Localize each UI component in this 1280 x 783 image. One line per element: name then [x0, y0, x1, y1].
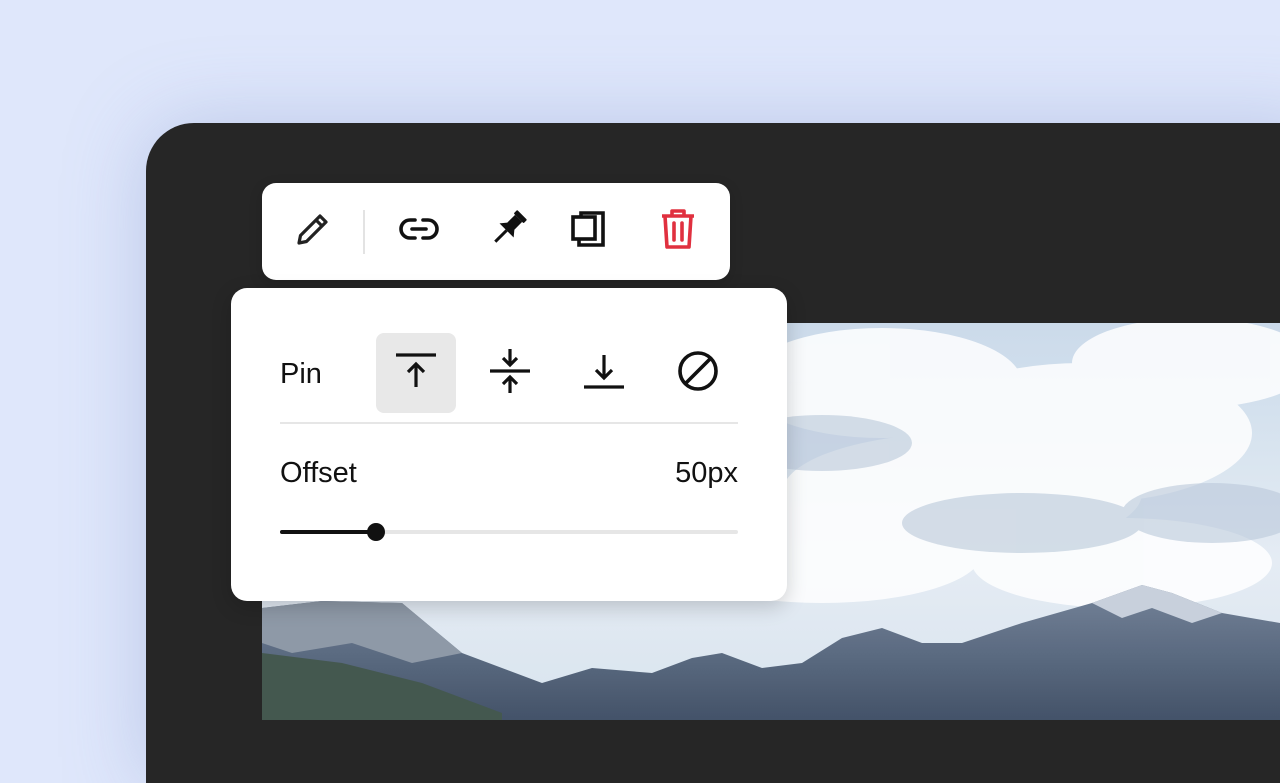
link-icon [395, 205, 443, 258]
slider-fill [280, 530, 377, 534]
pin-label: Pin [280, 358, 322, 390]
offset-label: Offset [280, 457, 357, 489]
pin-center-icon [486, 347, 534, 400]
element-toolbar [262, 183, 730, 280]
trash-icon [656, 205, 700, 258]
no-pin-option[interactable] [658, 333, 738, 413]
duplicate-icon [565, 205, 613, 258]
pin-bottom-icon [580, 347, 628, 400]
duplicate-button[interactable] [565, 207, 613, 255]
offset-value: 50px [675, 457, 738, 489]
edit-button[interactable] [289, 207, 337, 255]
pencil-icon [291, 207, 335, 256]
pin-top-icon [392, 347, 440, 400]
no-pin-icon [674, 347, 722, 400]
pin-button[interactable] [484, 207, 532, 255]
delete-button[interactable] [654, 207, 702, 255]
pin-center-option[interactable] [470, 333, 550, 413]
pin-icon [484, 205, 532, 258]
pin-top-option[interactable] [376, 333, 456, 413]
slider-thumb[interactable] [367, 523, 386, 541]
link-button[interactable] [395, 207, 443, 255]
offset-slider[interactable] [280, 521, 738, 543]
toolbar-divider [363, 210, 365, 254]
pin-bottom-option[interactable] [564, 333, 644, 413]
panel-divider [280, 422, 738, 424]
pin-settings-panel: Pin Offset 50px [231, 288, 787, 601]
